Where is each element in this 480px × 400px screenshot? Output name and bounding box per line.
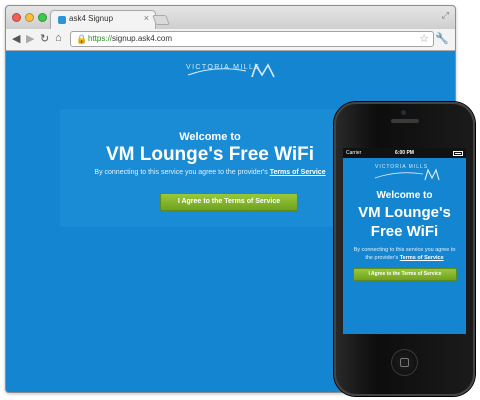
- zoom-window-button[interactable]: [38, 13, 47, 22]
- mobile-page-title: VM Lounge's Free WiFi: [358, 204, 451, 240]
- favicon-icon: [58, 16, 66, 24]
- url-scheme: https://: [88, 34, 113, 43]
- welcome-panel: Welcome to VM Lounge's Free WiFi By conn…: [60, 109, 360, 227]
- earpiece: [391, 119, 419, 123]
- lock-icon: 🔒: [76, 34, 88, 44]
- new-tab-button[interactable]: [152, 15, 170, 25]
- tab-ask4-signup[interactable]: ask4 Signup ×: [50, 10, 156, 29]
- phone-screen: Carrier 6:00 PM VICTORIA MILLS Welcome t…: [343, 148, 466, 334]
- logo-wave-icon: [187, 63, 275, 78]
- mobile-consent-text: By connecting to this service you agree …: [353, 246, 456, 262]
- close-window-button[interactable]: [12, 13, 21, 22]
- wrench-menu-icon[interactable]: 🔧: [435, 32, 449, 45]
- mobile-agree-terms-button[interactable]: I Agree to the Terms of Service: [353, 268, 457, 281]
- home-icon[interactable]: ⌂: [55, 31, 62, 45]
- iphone-device: Carrier 6:00 PM VICTORIA MILLS Welcome t…: [334, 102, 475, 396]
- url-host: signup.ask4.com: [112, 34, 173, 43]
- victoria-mills-logo: VICTORIA MILLS: [186, 59, 278, 81]
- fullscreen-icon[interactable]: ⤢: [442, 10, 449, 21]
- consent-prefix: By connecting to this service you agree …: [94, 169, 268, 176]
- mobile-welcome-text: Welcome to: [376, 190, 433, 201]
- bookmark-star-icon[interactable]: ☆: [419, 32, 429, 45]
- status-time: 6:00 PM: [395, 150, 414, 156]
- url-text[interactable]: https://signup.ask4.com: [88, 34, 172, 43]
- title-bar: ask4 Signup × ⤢: [6, 6, 455, 29]
- mobile-terms-of-service-link[interactable]: Terms of Service: [400, 255, 444, 261]
- welcome-text: Welcome to: [179, 131, 241, 143]
- terms-of-service-link[interactable]: Terms of Service: [270, 169, 326, 176]
- mobile-logo-wave-icon: [374, 168, 440, 181]
- status-bar: Carrier 6:00 PM: [343, 148, 466, 158]
- page-title: VM Lounge's Free WiFi: [105, 144, 315, 165]
- address-bar[interactable]: 🔒 https://signup.ask4.com ☆: [70, 31, 434, 47]
- back-icon[interactable]: ◀: [12, 32, 20, 46]
- agree-terms-button[interactable]: I Agree to the Terms of Service: [160, 193, 298, 211]
- tab-title: ask4 Signup: [69, 14, 114, 23]
- minimize-window-button[interactable]: [25, 13, 34, 22]
- reload-icon[interactable]: ↻: [40, 32, 49, 46]
- home-button[interactable]: [391, 349, 418, 376]
- camera-icon: [401, 110, 406, 115]
- consent-text: By connecting to this service you agree …: [60, 169, 360, 176]
- browser-toolbar: ◀ ▶ ↻ ⌂ 🔒 https://signup.ask4.com ☆ 🔧: [6, 29, 455, 51]
- tab-close-icon[interactable]: ×: [144, 13, 149, 23]
- battery-icon: [453, 151, 463, 156]
- forward-icon[interactable]: ▶: [26, 32, 34, 46]
